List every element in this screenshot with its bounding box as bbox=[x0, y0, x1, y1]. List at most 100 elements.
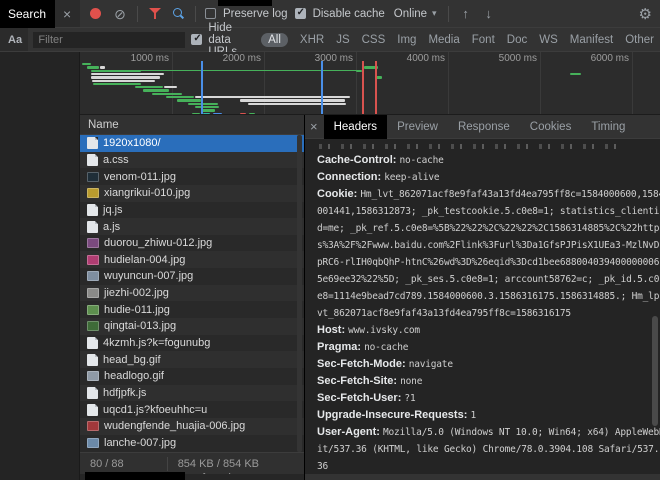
import-har-icon[interactable]: ↑ bbox=[458, 6, 474, 22]
network-filter-bar: Hide data URLs AllXHRJSCSSImgMediaFontDo… bbox=[28, 28, 660, 52]
name-column-header[interactable]: Name bbox=[80, 115, 304, 135]
load-event-marker bbox=[375, 61, 377, 114]
clipped-header-line bbox=[319, 144, 620, 149]
tab-preview[interactable]: Preview bbox=[387, 115, 448, 139]
timeline-overview[interactable]: 1000 ms2000 ms3000 ms4000 ms5000 ms6000 … bbox=[80, 52, 660, 115]
filter-pill-css[interactable]: CSS bbox=[362, 34, 386, 46]
filter-pill-all[interactable]: All bbox=[261, 33, 288, 47]
tab-response[interactable]: Response bbox=[448, 115, 520, 139]
tab-headers[interactable]: Headers bbox=[324, 115, 387, 139]
hide-data-urls-checkbox[interactable] bbox=[191, 34, 202, 45]
search-controls: Aa .* ↻ ⊘ bbox=[0, 28, 28, 52]
search-pane-header: Search × bbox=[0, 0, 80, 28]
record-icon[interactable] bbox=[90, 8, 101, 19]
table-row[interactable]: lanche-007.jpg bbox=[80, 435, 304, 452]
table-row[interactable]: venom-011.jpg bbox=[80, 168, 304, 185]
image-thumbnail-icon bbox=[87, 188, 99, 198]
header-value: navigate bbox=[409, 359, 453, 370]
waterfall-bar bbox=[195, 96, 350, 98]
table-row[interactable]: a.js bbox=[80, 218, 304, 235]
image-thumbnail-icon bbox=[87, 421, 99, 431]
table-row[interactable]: duorou_zhiwu-012.jpg bbox=[80, 235, 304, 252]
waterfall-bar bbox=[164, 86, 177, 88]
table-row[interactable]: xiangrikui-010.jpg bbox=[80, 185, 304, 202]
table-row[interactable]: hudie-011.jpg bbox=[80, 301, 304, 318]
table-row[interactable]: wuyuncun-007.jpg bbox=[80, 268, 304, 285]
disable-cache-checkbox[interactable] bbox=[295, 8, 306, 19]
list-scrollbar[interactable] bbox=[297, 135, 302, 452]
domcontentloaded-marker bbox=[201, 61, 203, 114]
tab-cookies[interactable]: Cookies bbox=[520, 115, 582, 139]
table-row[interactable]: qingtai-013.jpg bbox=[80, 318, 304, 335]
table-row[interactable]: hdfjpfk.js bbox=[80, 385, 304, 402]
search-icon[interactable] bbox=[170, 6, 186, 22]
filter-pill-js[interactable]: JS bbox=[336, 34, 349, 46]
details-scrollbar[interactable] bbox=[652, 316, 658, 426]
header-line: Connection: keep-alive bbox=[317, 169, 660, 186]
devtools-window: Search × ⊘ Preserve log Disable cache On… bbox=[0, 0, 660, 480]
table-row[interactable]: 4kzmh.js?k=fogunubg bbox=[80, 335, 304, 352]
clear-icon[interactable]: ⊘ bbox=[112, 6, 128, 22]
filter-pill-media[interactable]: Media bbox=[428, 34, 459, 46]
preserve-log-label[interactable]: Preserve log bbox=[223, 8, 288, 20]
filter-pill-manifest[interactable]: Manifest bbox=[570, 34, 613, 46]
tab-search[interactable]: Search bbox=[0, 0, 55, 28]
header-value: 1 bbox=[470, 410, 476, 421]
filter-pill-font[interactable]: Font bbox=[472, 34, 495, 46]
throttling-dropdown[interactable]: Online ▾ bbox=[392, 8, 439, 20]
table-row[interactable]: headlogo.gif bbox=[80, 368, 304, 385]
match-case-toggle[interactable]: Aa bbox=[8, 34, 22, 46]
ruler-gridline bbox=[632, 52, 633, 114]
waterfall-bar bbox=[135, 86, 163, 88]
filter-pill-ws[interactable]: WS bbox=[539, 34, 558, 46]
export-har-icon[interactable]: ↓ bbox=[481, 6, 497, 22]
header-name: Connection: bbox=[317, 171, 384, 183]
table-row[interactable]: uqcd1.js?kfoeuhhc=u bbox=[80, 401, 304, 418]
tab-timing[interactable]: Timing bbox=[581, 115, 635, 139]
resource-type-filters: All XHR JS CSS Img Media Font Doc WS Manifest Othe… bbox=[261, 33, 654, 47]
filter-pill-xhr[interactable]: XHR bbox=[300, 34, 324, 46]
toolbar-divider bbox=[195, 6, 196, 22]
disable-cache-label[interactable]: Disable cache bbox=[313, 8, 385, 20]
request-name: 1920x1080/ bbox=[103, 137, 161, 149]
header-line: Sec-Fetch-Mode: navigate bbox=[317, 356, 660, 373]
table-row[interactable]: jiezhi-002.jpg bbox=[80, 285, 304, 302]
filter-input[interactable] bbox=[33, 32, 185, 48]
filter-pill-other[interactable]: Other bbox=[625, 34, 654, 46]
table-row[interactable]: 1920x1080/ bbox=[80, 135, 304, 152]
header-name: Cookie: bbox=[317, 188, 360, 200]
preserve-log-checkbox[interactable] bbox=[205, 8, 216, 19]
header-line: 36 bbox=[317, 458, 660, 474]
header-line: s%3A%2F%2Fwww.baidu.com%2Flink%3Furl%3Da… bbox=[317, 237, 660, 254]
request-name: hudie-011.jpg bbox=[104, 304, 170, 316]
close-details-icon[interactable]: × bbox=[305, 119, 324, 134]
filter-pill-img[interactable]: Img bbox=[397, 34, 416, 46]
headers-content: Cache-Control: no-cacheConnection: keep-… bbox=[305, 139, 660, 474]
request-details-panel: × HeadersPreviewResponseCookiesTiming Ca… bbox=[305, 115, 660, 480]
gear-icon[interactable]: ⚙ bbox=[639, 5, 652, 23]
header-line: pRC6-rlIH0qbQhP-htnC%26wd%3D%26eqid%3Dcd… bbox=[317, 254, 660, 271]
table-row[interactable]: hudielan-004.jpg bbox=[80, 251, 304, 268]
close-icon[interactable]: × bbox=[63, 6, 71, 22]
table-row[interactable]: wudengfende_huajia-006.jpg bbox=[80, 418, 304, 435]
waterfall-bar bbox=[201, 109, 215, 111]
waterfall-bar bbox=[152, 93, 182, 95]
waterfall-bar bbox=[93, 83, 141, 85]
request-name: wuyuncun-007.jpg bbox=[104, 270, 193, 282]
request-name: hudielan-004.jpg bbox=[104, 254, 185, 266]
table-row[interactable]: head_bg.gif bbox=[80, 351, 304, 368]
filter-funnel-icon[interactable] bbox=[147, 6, 163, 22]
file-icon bbox=[87, 337, 98, 349]
image-thumbnail-icon bbox=[87, 172, 99, 182]
header-name: User-Agent: bbox=[317, 426, 383, 438]
table-row[interactable]: a.css bbox=[80, 152, 304, 169]
table-row[interactable]: jq.js bbox=[80, 202, 304, 219]
header-value: no-cache bbox=[400, 155, 444, 166]
transferred-size: 854 KB / 854 KB transferred bbox=[167, 457, 304, 471]
request-name: wudengfende_huajia-006.jpg bbox=[104, 420, 245, 432]
header-line: Host: www.ivsky.com bbox=[317, 322, 660, 339]
file-icon bbox=[87, 404, 98, 416]
request-name: venom-011.jpg bbox=[104, 171, 176, 183]
filter-pill-doc[interactable]: Doc bbox=[507, 34, 527, 46]
waterfall-bar bbox=[91, 70, 141, 72]
